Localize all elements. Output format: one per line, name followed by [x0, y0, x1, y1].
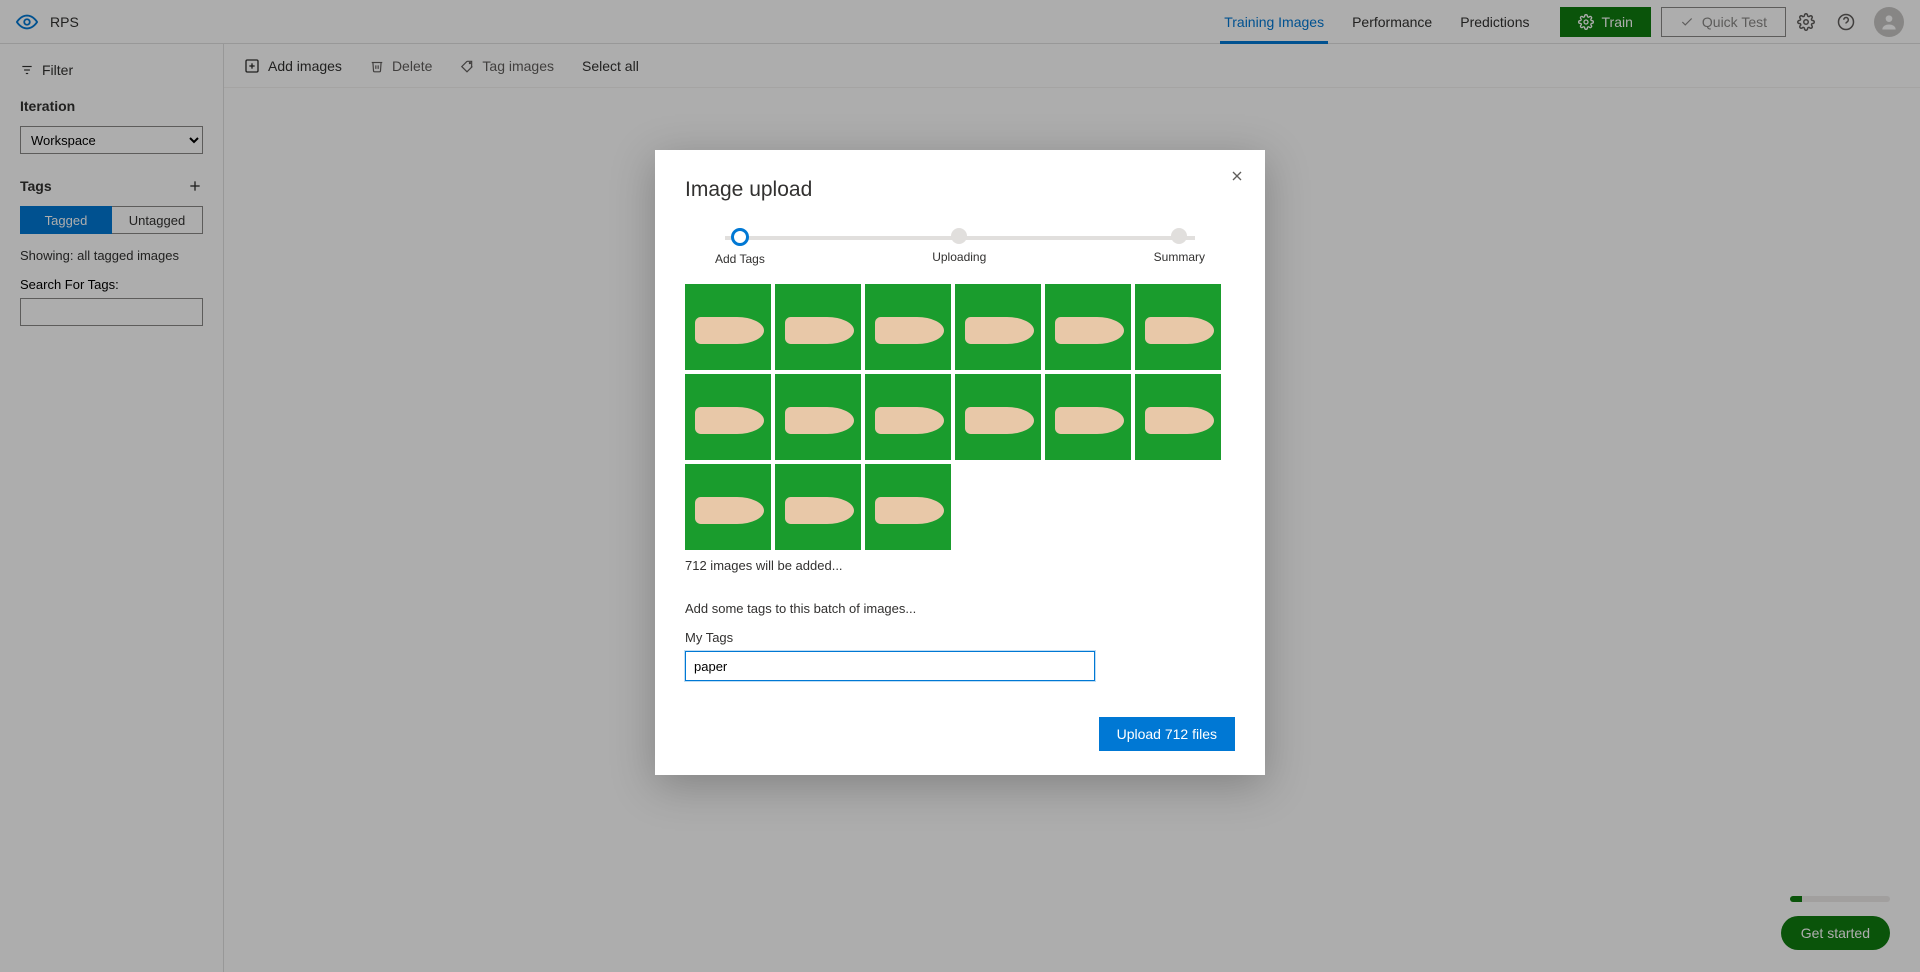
image-upload-modal: Image upload Add Tags Uploading Summary [655, 150, 1265, 775]
modal-title: Image upload [685, 178, 1235, 202]
my-tags-label: My Tags [685, 630, 1235, 645]
image-thumbnail[interactable] [775, 284, 861, 370]
tag-input[interactable] [685, 651, 1095, 681]
image-thumbnail[interactable] [685, 374, 771, 460]
modal-overlay: Image upload Add Tags Uploading Summary [0, 0, 1920, 972]
upload-files-button[interactable]: Upload 712 files [1099, 717, 1235, 751]
image-thumbnail[interactable] [1045, 284, 1131, 370]
image-thumbnail[interactable] [685, 464, 771, 550]
close-button[interactable] [1229, 168, 1245, 184]
step-summary: Summary [1154, 228, 1205, 264]
image-thumbnail[interactable] [955, 374, 1041, 460]
step-add-tags: Add Tags [715, 228, 765, 266]
image-thumbnail[interactable] [1135, 284, 1221, 370]
image-thumbnail[interactable] [865, 464, 951, 550]
thumbnail-grid [685, 284, 1235, 550]
image-thumbnail[interactable] [1045, 374, 1131, 460]
image-count-text: 712 images will be added... [685, 558, 1235, 573]
image-thumbnail[interactable] [685, 284, 771, 370]
step-uploading: Uploading [932, 228, 986, 264]
image-thumbnail[interactable] [775, 374, 861, 460]
image-thumbnail[interactable] [865, 374, 951, 460]
upload-stepper: Add Tags Uploading Summary [715, 228, 1205, 266]
image-thumbnail[interactable] [955, 284, 1041, 370]
image-thumbnail[interactable] [775, 464, 861, 550]
image-thumbnail[interactable] [865, 284, 951, 370]
image-thumbnail[interactable] [1135, 374, 1221, 460]
tag-prompt-text: Add some tags to this batch of images... [685, 601, 1235, 616]
